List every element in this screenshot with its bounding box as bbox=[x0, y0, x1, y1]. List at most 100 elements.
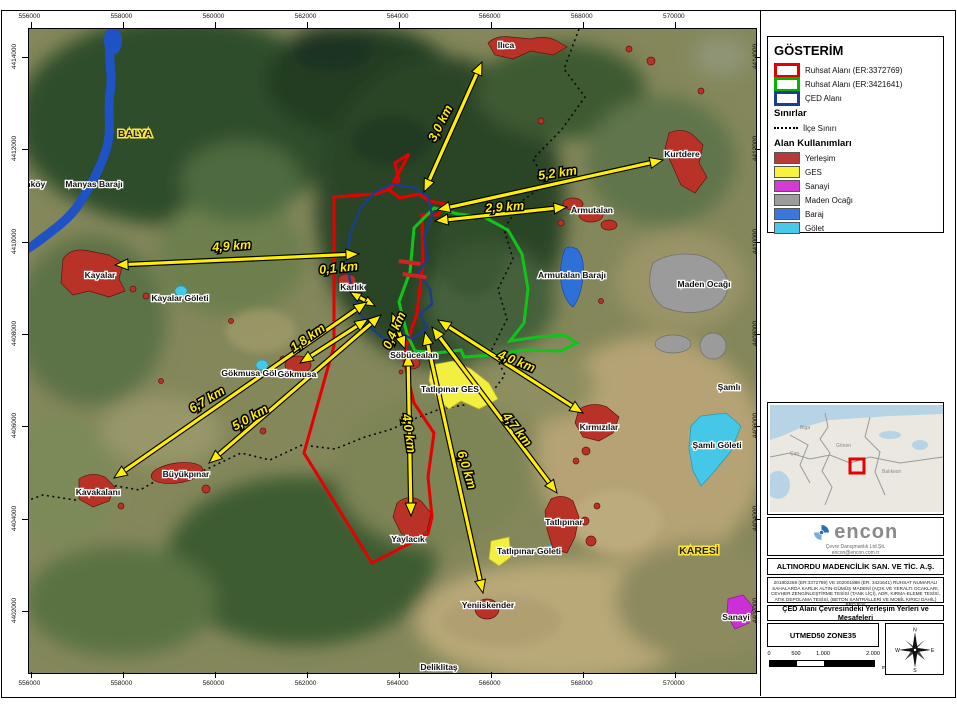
place-label: Tatlıpınar bbox=[545, 517, 583, 527]
axis-label: 4406000 bbox=[752, 413, 759, 438]
place-label: Manyas Barajı bbox=[65, 179, 122, 189]
axis-label: 4410000 bbox=[11, 229, 18, 254]
legend-item-landuse-5: Gölet bbox=[774, 221, 937, 235]
scale-number: 2.000 bbox=[866, 651, 880, 657]
compass-rose: N S W E bbox=[893, 625, 937, 673]
axis-label: 566000 bbox=[479, 13, 501, 20]
axis-label: 570000 bbox=[663, 680, 685, 687]
axis-label: 4404000 bbox=[11, 505, 18, 530]
axis-label: 558000 bbox=[111, 680, 133, 687]
distance-label: 2,9 km bbox=[484, 199, 525, 216]
scale-number: 1.000 bbox=[816, 651, 830, 657]
axis-label: 562000 bbox=[295, 13, 317, 20]
axis-tick bbox=[22, 57, 28, 58]
place-label: Armutalan Barajı bbox=[538, 270, 606, 280]
legend-boundaries-header: Sınırlar bbox=[774, 108, 937, 119]
inset-label: Balıkesir bbox=[882, 469, 902, 475]
svg-text:S: S bbox=[913, 668, 917, 673]
satellite-map: IlıcaKurtdereArmutalanArmutalan BarajıMa… bbox=[29, 29, 756, 673]
axis-tick bbox=[22, 519, 28, 520]
dotted-line-symbol bbox=[774, 127, 798, 129]
map-marginalia-panel: GÖSTERİM Ruhsat Alanı (ER:3372769)Ruhsat… bbox=[760, 11, 954, 696]
overview-inset-map: BigaÇanGönenBalıkesir bbox=[767, 402, 944, 515]
axis-label: 4402000 bbox=[752, 598, 759, 623]
map-canvas: IlıcaKurtdereArmutalanArmutalan BarajıMa… bbox=[28, 28, 757, 674]
axis-label: 4404000 bbox=[752, 505, 759, 530]
place-label: Yaylacık bbox=[391, 534, 425, 544]
axis-label: 562000 bbox=[295, 680, 317, 687]
axis-label: 568000 bbox=[571, 680, 593, 687]
axis-tick bbox=[22, 611, 28, 612]
axis-label: 566000 bbox=[479, 680, 501, 687]
axis-label: 4412000 bbox=[752, 136, 759, 161]
axis-tick bbox=[22, 334, 28, 335]
place-label: Söbücealan bbox=[390, 350, 438, 360]
place-label: Maden Ocağı bbox=[678, 279, 731, 289]
place-label: Büyükpınar bbox=[163, 469, 210, 479]
place-label: Sanayi bbox=[722, 612, 749, 622]
axis-tick bbox=[31, 672, 32, 678]
project-description-line: 201802269 (ER:3372769) VE 202001888 (ER:… bbox=[768, 580, 943, 586]
axis-label: 556000 bbox=[19, 13, 41, 20]
encon-subline2: encon@encon.com.tr bbox=[768, 550, 943, 556]
distance-label: 4,9 km bbox=[211, 238, 252, 255]
legend-title: GÖSTERİM bbox=[774, 43, 937, 58]
consultant-logo-box: encon Çevre Danışmanlık Ltd.Şti. encon@e… bbox=[767, 517, 944, 556]
company-name-box: ALTINORDU MADENCİLİK SAN. VE TİC. A.Ş. bbox=[767, 558, 944, 575]
axis-tick bbox=[491, 672, 492, 678]
district-label: BALYA bbox=[118, 128, 153, 140]
axis-label: 4410000 bbox=[752, 229, 759, 254]
axis-tick bbox=[675, 22, 676, 28]
axis-tick bbox=[399, 672, 400, 678]
axis-tick bbox=[491, 22, 492, 28]
map-title-box: ÇED Alanı Çevresindeki Yerleşim Yerleri … bbox=[767, 605, 944, 621]
axis-tick bbox=[307, 22, 308, 28]
place-label: Kırmızılar bbox=[580, 422, 619, 432]
project-description-line: CEVHER ZENGİNLEŞTİRME TESİSİ (TANK LİÇİ)… bbox=[768, 591, 943, 597]
svg-text:W: W bbox=[895, 648, 900, 654]
axis-label: 4402000 bbox=[11, 598, 18, 623]
axis-label: 4412000 bbox=[11, 136, 18, 161]
axis-label: 4414000 bbox=[11, 44, 18, 69]
legend-item-district-boundary: İlçe Sınırı bbox=[774, 121, 937, 135]
legend-item-landuse-4: Baraj bbox=[774, 207, 937, 221]
axis-label: 564000 bbox=[387, 680, 409, 687]
axis-label: 568000 bbox=[571, 13, 593, 20]
district-label: KARESİ bbox=[679, 544, 719, 557]
axis-tick bbox=[675, 672, 676, 678]
scale-bar: 05001.0002.000 m bbox=[769, 651, 879, 677]
axis-label: 4408000 bbox=[752, 321, 759, 346]
place-label: Tatlıpınar Göleti bbox=[497, 546, 561, 556]
axis-label: 4414000 bbox=[752, 44, 759, 69]
axis-tick bbox=[583, 22, 584, 28]
axis-tick bbox=[215, 22, 216, 28]
axis-label: 570000 bbox=[663, 13, 685, 20]
place-label: Armutalan bbox=[571, 205, 613, 215]
scale-number: 500 bbox=[791, 651, 800, 657]
place-label: Kavakalanı bbox=[76, 487, 120, 497]
legend: GÖSTERİM Ruhsat Alanı (ER:3372769)Ruhsat… bbox=[767, 36, 944, 233]
encon-logo-text: encon bbox=[834, 521, 898, 543]
legend-item-landuse-3: Maden Ocağı bbox=[774, 193, 937, 207]
legend-item-outline-2: ÇED Alanı bbox=[774, 91, 937, 105]
place-label: Kayalar bbox=[85, 270, 116, 280]
axis-label: 560000 bbox=[203, 680, 225, 687]
place-label: Deliklitaş bbox=[420, 662, 458, 672]
svg-text:E: E bbox=[930, 648, 934, 654]
legend-item-landuse-2: Sanayi bbox=[774, 179, 937, 193]
legend-item-landuse-0: Yerleşim bbox=[774, 151, 937, 165]
place-label: Şamlı Göleti bbox=[692, 440, 741, 450]
scale-number: 0 bbox=[767, 651, 770, 657]
axis-label: 4406000 bbox=[11, 413, 18, 438]
compass-box: N S W E bbox=[885, 623, 944, 675]
axis-tick bbox=[399, 22, 400, 28]
axis-tick bbox=[22, 149, 28, 150]
axis-tick bbox=[583, 672, 584, 678]
axis-tick bbox=[215, 672, 216, 678]
projection-box: UTMED50 ZONE35 bbox=[767, 623, 879, 647]
legend-landuse-header: Alan Kullanımları bbox=[774, 138, 937, 149]
axis-label: 4408000 bbox=[11, 321, 18, 346]
legend-item-landuse-1: GES bbox=[774, 165, 937, 179]
inset-label: Biga bbox=[800, 425, 810, 431]
axis-tick bbox=[22, 426, 28, 427]
